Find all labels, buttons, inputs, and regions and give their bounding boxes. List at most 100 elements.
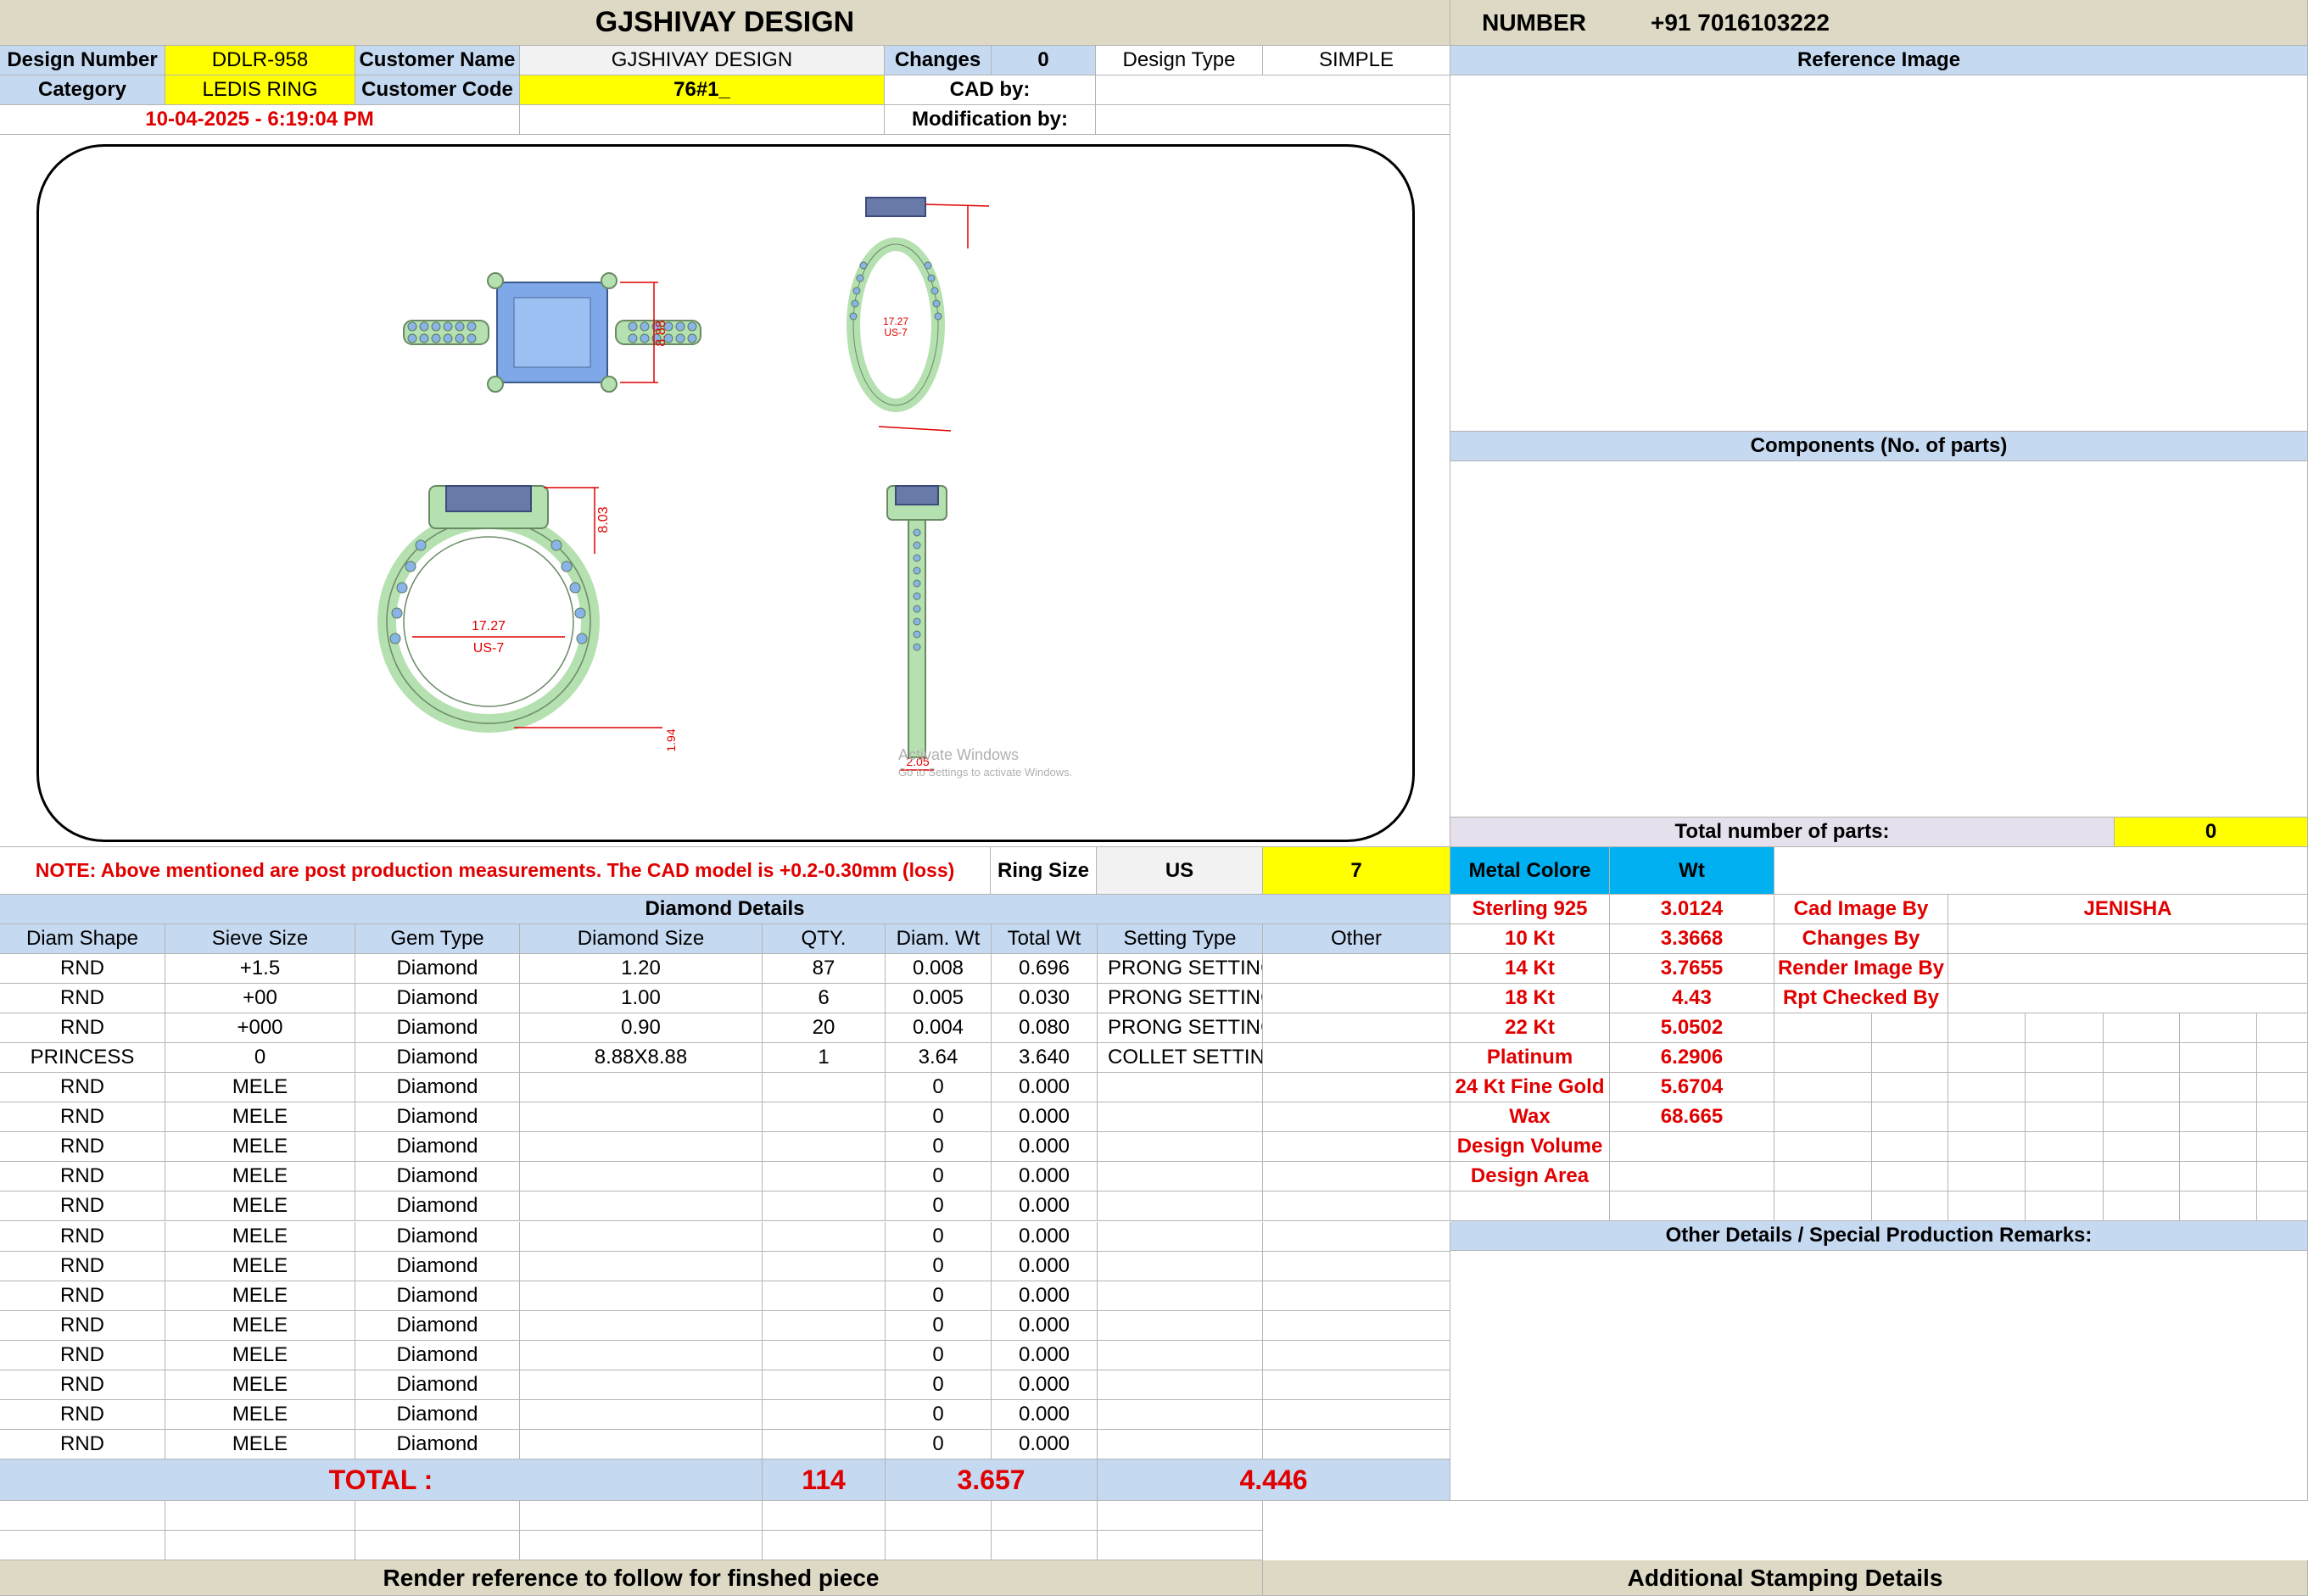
diamond-cell[interactable]: MELE <box>165 1162 355 1192</box>
blank-cell[interactable] <box>520 1531 763 1560</box>
credit-grid-cell[interactable] <box>1872 1132 1948 1162</box>
cad-image-by-value[interactable]: JENISHA <box>1948 895 2308 924</box>
diamond-cell[interactable]: Diamond <box>355 984 520 1014</box>
render-image-by-value[interactable] <box>1948 954 2308 984</box>
diamond-cell[interactable]: 0 <box>886 1340 992 1370</box>
diamond-cell[interactable]: 0 <box>886 1191 992 1222</box>
diamond-cell[interactable]: 0 <box>886 1102 992 1133</box>
credit-grid-cell[interactable] <box>2257 1013 2308 1043</box>
credit-grid-cell[interactable] <box>1872 1073 1948 1102</box>
diamond-cell[interactable] <box>1263 1281 1450 1311</box>
design-number-value[interactable]: DDLR-958 <box>165 46 355 75</box>
diamond-cell[interactable]: 0.000 <box>992 1162 1098 1192</box>
diamond-cell[interactable] <box>1098 1191 1263 1222</box>
credit-grid-cell[interactable] <box>2104 1043 2180 1073</box>
diamond-cell[interactable] <box>520 1281 763 1311</box>
changes-by-value[interactable] <box>1948 924 2308 954</box>
diamond-cell[interactable]: 0.000 <box>992 1073 1098 1103</box>
credit-grid-cell[interactable] <box>2026 1191 2104 1221</box>
diamond-cell[interactable] <box>520 1073 763 1103</box>
credit-grid-cell[interactable] <box>2026 1102 2104 1132</box>
diamond-cell[interactable]: 0.000 <box>992 1429 1098 1459</box>
blank-cell[interactable] <box>886 1501 992 1531</box>
diamond-cell[interactable]: MELE <box>165 1310 355 1341</box>
category-value[interactable]: LEDIS RING <box>165 75 355 105</box>
credit-grid-cell[interactable] <box>2180 1013 2257 1043</box>
diamond-cell[interactable]: Diamond <box>355 1399 520 1430</box>
diamond-cell[interactable] <box>1263 1102 1450 1133</box>
diamond-cell[interactable] <box>1098 1281 1263 1311</box>
credit-grid-cell[interactable] <box>1774 1013 1872 1043</box>
diamond-cell[interactable]: Diamond <box>355 1251 520 1281</box>
diamond-cell[interactable]: RND <box>0 1102 165 1133</box>
diamond-cell[interactable]: 1 <box>763 1043 886 1074</box>
diamond-cell[interactable]: 8.88X8.88 <box>520 1043 763 1074</box>
diamond-cell[interactable]: 0.696 <box>992 954 1098 984</box>
diamond-cell[interactable]: MELE <box>165 1340 355 1370</box>
credit-grid-cell[interactable] <box>2026 1043 2104 1073</box>
credit-grid-cell[interactable] <box>2257 1191 2308 1221</box>
credit-grid-cell[interactable] <box>2180 1102 2257 1132</box>
diamond-cell[interactable]: 87 <box>763 954 886 984</box>
credit-grid-cell[interactable] <box>1948 1073 2026 1102</box>
credit-grid-cell[interactable] <box>1872 1102 1948 1132</box>
diamond-cell[interactable]: RND <box>0 1191 165 1222</box>
blank-cell[interactable] <box>165 1531 355 1560</box>
diamond-cell[interactable] <box>520 1370 763 1400</box>
diamond-cell[interactable]: 0.000 <box>992 1251 1098 1281</box>
diamond-cell[interactable] <box>763 1310 886 1341</box>
diamond-cell[interactable] <box>763 1191 886 1222</box>
diamond-cell[interactable]: RND <box>0 1013 165 1044</box>
credit-grid-cell[interactable] <box>1774 1132 1872 1162</box>
special-remarks-area[interactable] <box>1450 1251 2308 1501</box>
blank-cell[interactable] <box>992 1501 1098 1531</box>
diamond-cell[interactable]: 0 <box>886 1399 992 1430</box>
diamond-cell[interactable]: Diamond <box>355 1013 520 1044</box>
credit-grid-cell[interactable] <box>1774 1162 1872 1191</box>
diamond-cell[interactable]: RND <box>0 1132 165 1163</box>
diamond-cell[interactable]: PRINCESS <box>0 1043 165 1074</box>
diamond-cell[interactable]: 0.000 <box>992 1281 1098 1311</box>
diamond-cell[interactable] <box>1263 1340 1450 1370</box>
diamond-cell[interactable]: 0.000 <box>992 1310 1098 1341</box>
diamond-cell[interactable] <box>763 1251 886 1281</box>
diamond-cell[interactable] <box>1263 1221 1450 1252</box>
diamond-cell[interactable]: Diamond <box>355 1221 520 1252</box>
ring-size-value[interactable]: 7 <box>1263 847 1450 895</box>
diamond-cell[interactable]: RND <box>0 1162 165 1192</box>
diamond-cell[interactable]: MELE <box>165 1102 355 1133</box>
diamond-cell[interactable]: +00 <box>165 984 355 1014</box>
credit-grid-cell[interactable] <box>2026 1073 2104 1102</box>
credit-grid-cell[interactable] <box>2104 1162 2180 1191</box>
blank-cell[interactable] <box>355 1501 520 1531</box>
diamond-cell[interactable]: RND <box>0 1429 165 1459</box>
diamond-cell[interactable]: +000 <box>165 1013 355 1044</box>
credit-grid-cell[interactable] <box>2180 1162 2257 1191</box>
customer-name-value[interactable]: GJSHIVAY DESIGN <box>520 46 885 75</box>
diamond-cell[interactable] <box>1098 1310 1263 1341</box>
diamond-cell[interactable]: 0.000 <box>992 1191 1098 1222</box>
blank-cell[interactable] <box>355 1531 520 1560</box>
diamond-cell[interactable]: RND <box>0 1310 165 1341</box>
diamond-cell[interactable]: MELE <box>165 1281 355 1311</box>
diamond-cell[interactable]: MELE <box>165 1370 355 1400</box>
diamond-cell[interactable]: RND <box>0 1281 165 1311</box>
diamond-cell[interactable]: 1.20 <box>520 954 763 984</box>
diamond-cell[interactable] <box>763 1132 886 1163</box>
credit-grid-cell[interactable] <box>1872 1191 1948 1221</box>
diamond-cell[interactable] <box>763 1102 886 1133</box>
blank-cell[interactable] <box>0 1501 165 1531</box>
diamond-cell[interactable]: Diamond <box>355 1370 520 1400</box>
diamond-cell[interactable] <box>763 1399 886 1430</box>
diamond-cell[interactable] <box>1098 1132 1263 1163</box>
credit-grid-cell[interactable] <box>1774 1191 1872 1221</box>
diamond-cell[interactable]: RND <box>0 954 165 984</box>
diamond-cell[interactable] <box>520 1251 763 1281</box>
diamond-cell[interactable]: 0.000 <box>992 1399 1098 1430</box>
credit-grid-cell[interactable] <box>1948 1162 2026 1191</box>
credit-grid-cell[interactable] <box>2026 1132 2104 1162</box>
diamond-cell[interactable]: Diamond <box>355 1132 520 1163</box>
diamond-cell[interactable]: PRONG SETTING <box>1098 954 1263 984</box>
credit-grid-cell[interactable] <box>2026 1162 2104 1191</box>
diamond-cell[interactable]: 0 <box>886 1310 992 1341</box>
